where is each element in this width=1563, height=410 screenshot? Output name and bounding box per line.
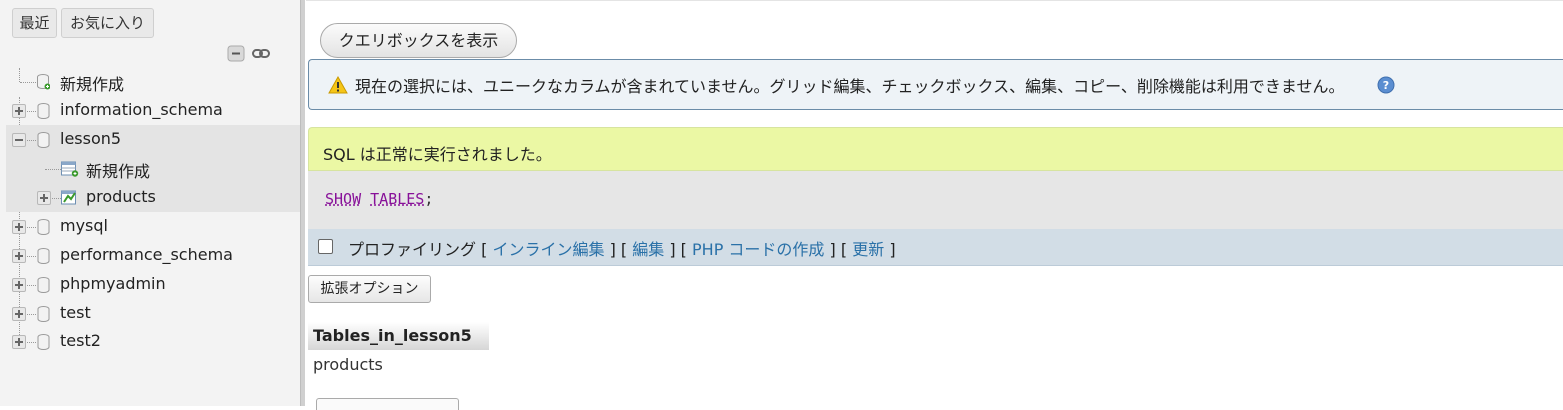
success-message: SQL は正常に実行されました。 xyxy=(308,127,1563,171)
create-php-code-link[interactable]: PHP コードの作成 xyxy=(692,240,824,259)
refresh-link[interactable]: 更新 xyxy=(852,240,884,259)
inline-edit-link[interactable]: インライン編集 xyxy=(492,240,604,259)
bracket: ] [ xyxy=(669,240,687,259)
column-header[interactable]: Tables_in_lesson5 xyxy=(308,322,489,350)
tree-item-label[interactable]: mysql xyxy=(60,216,108,235)
sql-query-text: SHOW TABLES; xyxy=(325,190,433,208)
tree-connector xyxy=(27,342,36,343)
tree-connector xyxy=(45,169,61,170)
tree-connector xyxy=(27,111,36,112)
tree-item-test[interactable]: test xyxy=(0,300,300,329)
sql-terminator: ; xyxy=(424,190,434,208)
show-query-box-button[interactable]: クエリボックスを表示 xyxy=(320,23,517,58)
tree-item-label[interactable]: lesson5 xyxy=(60,129,121,148)
result-table: Tables_in_lesson5 products xyxy=(308,322,489,378)
partial-button[interactable] xyxy=(316,398,459,410)
database-icon xyxy=(37,334,50,350)
tree-item-label[interactable]: test xyxy=(60,303,91,322)
database-icon xyxy=(37,103,50,119)
query-options-line: プロファイリング [ インライン編集 ] [ 編集 ] [ PHP コードの作成… xyxy=(348,236,896,260)
tree-item-mysql[interactable]: mysql xyxy=(0,213,300,242)
table-structure-icon xyxy=(61,190,76,205)
svg-text:?: ? xyxy=(1383,79,1389,92)
success-text: SQL は正常に実行されました。 xyxy=(323,145,552,164)
new-database-icon xyxy=(37,74,50,90)
tree-item-lesson5[interactable]: lesson5 xyxy=(0,126,300,155)
tree-item-information-schema[interactable]: information_schema xyxy=(0,97,300,126)
tree-connector xyxy=(27,285,36,286)
expand-icon[interactable] xyxy=(12,249,26,263)
warning-icon xyxy=(328,76,348,94)
expand-icon[interactable] xyxy=(37,191,51,205)
help-icon[interactable]: ? xyxy=(1377,76,1395,94)
notice-message: 現在の選択には、ユニークなカラムが含まれていません。グリッド編集、チェックボック… xyxy=(308,59,1563,110)
table-cell[interactable]: products xyxy=(308,350,489,378)
sql-query-display: SHOW TABLES; xyxy=(308,171,1563,229)
query-options-bar: プロファイリング [ インライン編集 ] [ 編集 ] [ PHP コードの作成… xyxy=(308,229,1563,266)
database-icon xyxy=(37,219,50,235)
divider xyxy=(306,0,1563,1)
database-icon xyxy=(37,277,50,293)
tree-connector xyxy=(27,227,36,228)
tree-connector xyxy=(20,82,36,83)
tree-item-label[interactable]: performance_schema xyxy=(60,245,233,264)
tree-item-new-table[interactable]: 新規作成 xyxy=(0,155,300,184)
notice-text: 現在の選択には、ユニークなカラムが含まれていません。グリッド編集、チェックボック… xyxy=(355,77,1345,96)
sidebar-resize-handle[interactable] xyxy=(300,0,305,406)
expand-icon[interactable] xyxy=(12,335,26,349)
bracket: ] [ xyxy=(609,240,628,259)
main-panel: クエリボックスを表示 現在の選択には、ユニークなカラムが含まれていません。グリッ… xyxy=(306,0,1563,410)
edit-link[interactable]: 編集 xyxy=(632,240,664,259)
navigation-panel: 最近 お気に入り 新規作成 information_schema lesson5… xyxy=(0,0,300,406)
profiling-label[interactable]: プロファイリング xyxy=(348,240,476,259)
database-icon xyxy=(37,132,50,148)
collapse-all-icon[interactable] xyxy=(227,45,245,62)
tree-item-label[interactable]: products xyxy=(86,187,156,206)
tree-item-label[interactable]: 新規作成 xyxy=(86,158,150,182)
tree-connector xyxy=(52,198,61,199)
recent-tab[interactable]: 最近 xyxy=(12,8,57,38)
expand-icon[interactable] xyxy=(12,220,26,234)
bracket: ] [ xyxy=(829,240,848,259)
tree-item-test2[interactable]: test2 xyxy=(0,328,300,357)
new-table-icon xyxy=(61,161,79,177)
favorites-tab[interactable]: お気に入り xyxy=(61,8,154,38)
tree-item-label[interactable]: 新規作成 xyxy=(60,71,124,95)
bracket: ] xyxy=(889,240,896,259)
tree-connector xyxy=(27,140,36,141)
link-with-main-panel-icon[interactable] xyxy=(252,45,270,62)
expand-icon[interactable] xyxy=(12,307,26,321)
bracket: [ xyxy=(481,240,488,259)
database-icon xyxy=(37,248,50,264)
database-icon xyxy=(37,306,50,322)
tree-item-products[interactable]: products xyxy=(0,184,300,213)
tree-connector xyxy=(27,314,36,315)
tree-connector xyxy=(27,256,36,257)
expand-icon[interactable] xyxy=(12,104,26,118)
tree-item-phpmyadmin[interactable]: phpmyadmin xyxy=(0,271,300,300)
profiling-checkbox[interactable] xyxy=(318,239,333,254)
tree-item-label[interactable]: phpmyadmin xyxy=(60,274,166,293)
tree-item-label[interactable]: information_schema xyxy=(60,100,223,119)
expand-icon[interactable] xyxy=(12,278,26,292)
tree-item-label[interactable]: test2 xyxy=(60,331,101,350)
sql-keyword-link[interactable]: SHOW xyxy=(325,190,361,208)
tree-item-new-database[interactable]: 新規作成 xyxy=(0,68,300,97)
extended-options-button[interactable]: 拡張オプション xyxy=(308,275,431,303)
tree-item-performance-schema[interactable]: performance_schema xyxy=(0,242,300,271)
sql-keyword-link[interactable]: TABLES xyxy=(370,190,424,208)
collapse-icon[interactable] xyxy=(12,133,26,147)
